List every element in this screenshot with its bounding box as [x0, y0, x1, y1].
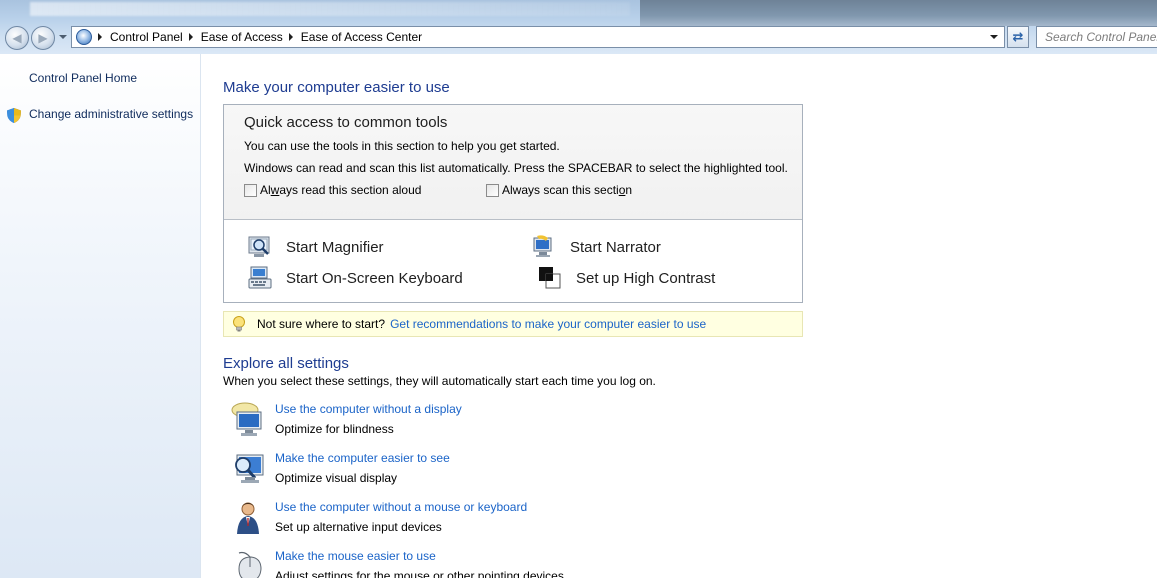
quick-access-header: Quick access to common tools You can use…: [224, 105, 802, 220]
breadcrumb-chevron-icon[interactable]: [288, 33, 293, 41]
explore-subtitle: When you select these settings, they wil…: [223, 374, 656, 388]
checkbox-box[interactable]: [486, 183, 499, 197]
make-mouse-easier-description: Adjust settings for the mouse or other p…: [275, 569, 564, 578]
quick-access-title: Quick access to common tools: [244, 114, 448, 131]
setting-easier-to-see: Make the computer easier to see Optimize…: [231, 451, 731, 495]
set-up-high-contrast-tool[interactable]: Set up High Contrast: [538, 266, 715, 290]
search-input[interactable]: [1045, 30, 1157, 44]
always-read-aloud-label: Always read this section aloud: [260, 183, 422, 197]
mouse-icon: [238, 551, 262, 578]
use-without-mouse-keyboard-description: Set up alternative input devices: [275, 520, 442, 534]
refresh-button[interactable]: ⇄: [1007, 26, 1029, 48]
get-recommendations-link[interactable]: Get recommendations to make your compute…: [390, 317, 706, 331]
forward-button[interactable]: ▶: [31, 26, 55, 50]
setting-without-display: Use the computer without a display Optim…: [231, 402, 731, 446]
use-without-display-description: Optimize for blindness: [275, 422, 394, 436]
quick-access-instructions: Windows can read and scan this list auto…: [244, 161, 788, 175]
quick-access-panel: Quick access to common tools You can use…: [223, 104, 803, 303]
start-magnifier-tool[interactable]: Start Magnifier: [248, 235, 384, 259]
speech-monitor-icon: [231, 402, 262, 436]
main-content: Make your computer easier to use Quick a…: [201, 54, 1157, 578]
magnify-monitor-icon: [235, 454, 264, 483]
breadcrumb-ease-of-access-center[interactable]: Ease of Access Center: [301, 30, 422, 44]
window-title-blur: [30, 2, 630, 16]
address-dropdown-icon[interactable]: [987, 27, 1001, 47]
tip-text: Not sure where to start?: [257, 317, 386, 331]
person-icon: [237, 502, 259, 534]
setting-mouse-easier: Make the mouse easier to use Adjust sett…: [231, 549, 731, 578]
use-without-display-link[interactable]: Use the computer without a display: [275, 402, 462, 416]
sidebar-item-control-panel-home[interactable]: Control Panel Home: [29, 71, 137, 85]
sidebar: Control Panel Home Change administrative…: [0, 54, 201, 578]
start-on-screen-keyboard-label: Start On-Screen Keyboard: [286, 269, 463, 287]
use-without-mouse-keyboard-link[interactable]: Use the computer without a mouse or keyb…: [275, 500, 527, 514]
start-magnifier-label: Start Magnifier: [286, 238, 384, 256]
setting-without-mouse-keyboard: Use the computer without a mouse or keyb…: [231, 500, 731, 544]
recommendation-tip-bar: Not sure where to start? Get recommendat…: [223, 311, 803, 337]
always-scan-checkbox[interactable]: Always scan this section: [486, 183, 632, 197]
page-title: Make your computer easier to use: [223, 79, 450, 96]
refresh-icon: ⇄: [1012, 29, 1024, 44]
high-contrast-icon: [539, 267, 561, 289]
breadcrumb-ease-of-access[interactable]: Ease of Access: [201, 30, 283, 44]
explore-all-settings-heading: Explore all settings: [223, 355, 349, 372]
recent-pages-dropdown-icon[interactable]: [59, 35, 67, 39]
lightbulb-icon: [233, 316, 245, 332]
window-titlebar: ◀ ▶ Control Panel Ease of Access Ease of…: [0, 0, 1157, 54]
start-on-screen-keyboard-tool[interactable]: Start On-Screen Keyboard: [248, 266, 463, 290]
make-mouse-easier-link[interactable]: Make the mouse easier to use: [275, 549, 436, 563]
magnifier-icon: [248, 236, 270, 257]
keyboard-icon: [248, 266, 272, 289]
always-scan-label: Always scan this section: [502, 183, 633, 197]
narrator-icon: [533, 235, 552, 257]
back-button[interactable]: ◀: [5, 26, 29, 50]
start-narrator-tool[interactable]: Start Narrator: [532, 235, 661, 259]
uac-shield-icon: [7, 108, 21, 123]
breadcrumb-chevron-icon[interactable]: [188, 33, 193, 41]
start-narrator-label: Start Narrator: [570, 238, 661, 256]
quick-access-description: You can use the tools in this section to…: [244, 139, 560, 153]
make-easier-to-see-link[interactable]: Make the computer easier to see: [275, 451, 450, 465]
set-up-high-contrast-label: Set up High Contrast: [576, 269, 716, 287]
breadcrumb-chevron-icon[interactable]: [98, 33, 102, 41]
always-read-aloud-checkbox[interactable]: Always read this section aloud: [244, 183, 421, 197]
taskbar-strip: [640, 0, 1157, 26]
checkbox-box[interactable]: [244, 183, 257, 197]
control-panel-icon: [76, 29, 92, 45]
sidebar-item-change-admin-settings[interactable]: Change administrative settings: [29, 107, 193, 121]
search-box[interactable]: [1036, 26, 1157, 48]
breadcrumb-control-panel[interactable]: Control Panel: [110, 30, 183, 44]
address-bar[interactable]: Control Panel Ease of Access Ease of Acc…: [71, 26, 1005, 48]
make-easier-to-see-description: Optimize visual display: [275, 471, 398, 485]
